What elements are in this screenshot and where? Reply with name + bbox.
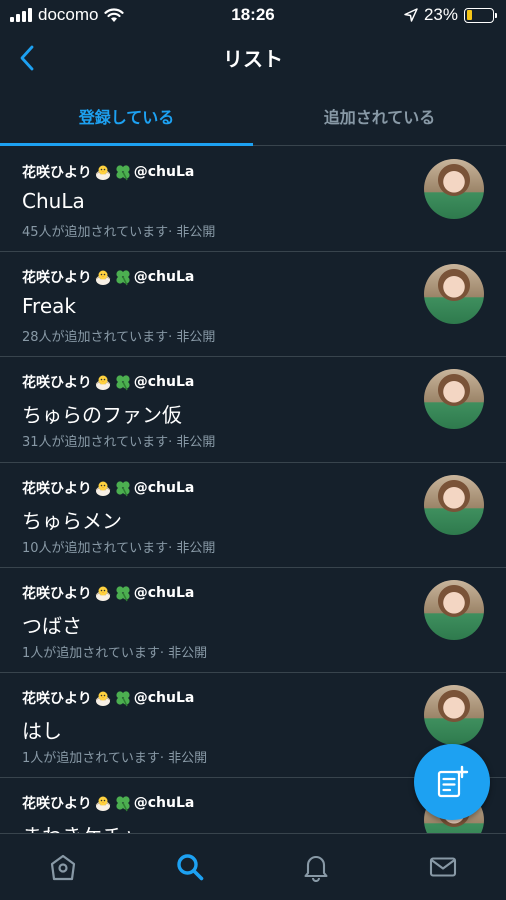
owner-name: 花咲ひより (22, 796, 92, 813)
chick-icon (95, 165, 111, 180)
list-tabs: 登録している 追加されている (0, 86, 506, 146)
owner-name: 花咲ひより (22, 270, 92, 287)
owner-avatar (424, 264, 484, 325)
list-item[interactable]: 花咲ひより @chuLa Freak 28人が追加されています· 非公開 (0, 252, 506, 358)
list-owner: 花咲ひより @chuLa (22, 793, 194, 813)
list-item[interactable]: 花咲ひより @chuLa つばさ 1人が追加されています· 非公開 (0, 568, 506, 673)
owner-avatar (424, 474, 484, 535)
four-leaf-clover-icon (116, 586, 130, 602)
four-leaf-clover-icon (116, 270, 130, 286)
list-name: まわきケチャ (22, 820, 142, 833)
messages-envelope-icon (429, 857, 456, 877)
search-icon (177, 854, 204, 881)
notifications-bell-icon (304, 856, 328, 882)
owner-avatar (424, 369, 484, 430)
owner-handle: @chuLa (133, 374, 195, 391)
four-leaf-clover-icon (116, 480, 130, 496)
tab-member-of[interactable]: 追加されている (253, 86, 506, 145)
chick-icon (95, 270, 111, 286)
chick-icon (95, 586, 111, 601)
create-list-button[interactable] (414, 744, 490, 820)
owner-name: 花咲ひより (22, 165, 92, 181)
four-leaf-clover-icon (116, 375, 130, 391)
tab-bar-home[interactable] (0, 834, 127, 900)
status-bar: docomo 18:26 23% (0, 0, 506, 30)
list-owner: 花咲ひより @chuLa (22, 478, 194, 498)
four-leaf-clover-icon (116, 165, 130, 181)
home-icon (51, 854, 76, 881)
list-owner: 花咲ひより @chuLa (22, 583, 194, 603)
chick-icon (95, 691, 111, 706)
chick-icon (95, 796, 111, 812)
owner-avatar (424, 159, 484, 219)
list-member-count: 28人が追加されています· 非公開 (22, 330, 216, 346)
list-member-count: 1人が追加されています· 非公開 (22, 750, 208, 766)
list-owner: 花咲ひより @chuLa (22, 372, 194, 392)
owner-name: 花咲ひより (22, 375, 92, 392)
list-item[interactable]: 花咲ひより @chuLa ChuLa 45人が追加されています· 非公開 (0, 147, 506, 253)
list-item[interactable]: 花咲ひより @chuLa ちゅらメン 10人が追加されています· 非公開 (0, 463, 506, 568)
list-member-count: 1人が追加されています· 非公開 (22, 645, 208, 661)
list-name: ChuLa (22, 189, 85, 213)
lists-list: 花咲ひより @chuLa ChuLa 45人が追加されています· 非公開 花咲ひより @c… (0, 147, 506, 833)
owner-handle: @chuLa (133, 689, 195, 706)
list-member-count: 31人が追加されています· 非公開 (22, 435, 216, 451)
four-leaf-clover-icon (116, 691, 130, 707)
owner-name: 花咲ひより (22, 585, 92, 602)
list-item[interactable]: 花咲ひより @chuLa ちゅらのファン仮 31人が追加されています· 非公開 (0, 357, 506, 463)
list-name: ちゅらメン (22, 508, 122, 533)
chick-icon (95, 481, 111, 496)
page-title: リスト (223, 47, 283, 71)
owner-avatar (424, 684, 484, 745)
owner-avatar (424, 579, 484, 640)
battery-icon (464, 7, 497, 23)
list-member-count: 10人が追加されています· 非公開 (22, 540, 216, 556)
list-name: Freak (22, 294, 76, 319)
navigation-bar: リスト (0, 30, 506, 86)
tab-bar-notifications[interactable] (253, 834, 380, 900)
location-arrow-icon (404, 8, 418, 22)
list-member-count: 45人が追加されています· 非公開 (22, 225, 216, 240)
list-owner: 花咲ひより @chuLa (22, 267, 194, 287)
list-owner: 花咲ひより @chuLa (22, 162, 194, 182)
list-name: つばさ (22, 613, 82, 638)
owner-handle: @chuLa (133, 479, 195, 496)
tab-bar-messages[interactable] (380, 834, 506, 900)
owner-handle: @chuLa (133, 164, 195, 180)
list-name: はし (22, 718, 62, 743)
owner-name: 花咲ひより (22, 480, 92, 497)
owner-name: 花咲ひより (22, 690, 92, 707)
battery-level (466, 10, 473, 20)
battery-percent: 23% (423, 5, 458, 24)
bottom-tab-bar (0, 833, 506, 900)
list-owner: 花咲ひより @chuLa (22, 688, 194, 708)
owner-handle: @chuLa (133, 584, 195, 601)
tab-subscribed[interactable]: 登録している (0, 86, 253, 146)
status-right: 23% (404, 5, 497, 25)
tab-bar-search[interactable] (127, 834, 254, 900)
owner-handle: @chuLa (133, 795, 195, 812)
new-list-icon (437, 765, 469, 798)
four-leaf-clover-icon (116, 796, 130, 812)
owner-handle: @chuLa (133, 269, 195, 286)
list-name: ちゅらのファン仮 (22, 403, 182, 428)
chick-icon (95, 375, 111, 391)
